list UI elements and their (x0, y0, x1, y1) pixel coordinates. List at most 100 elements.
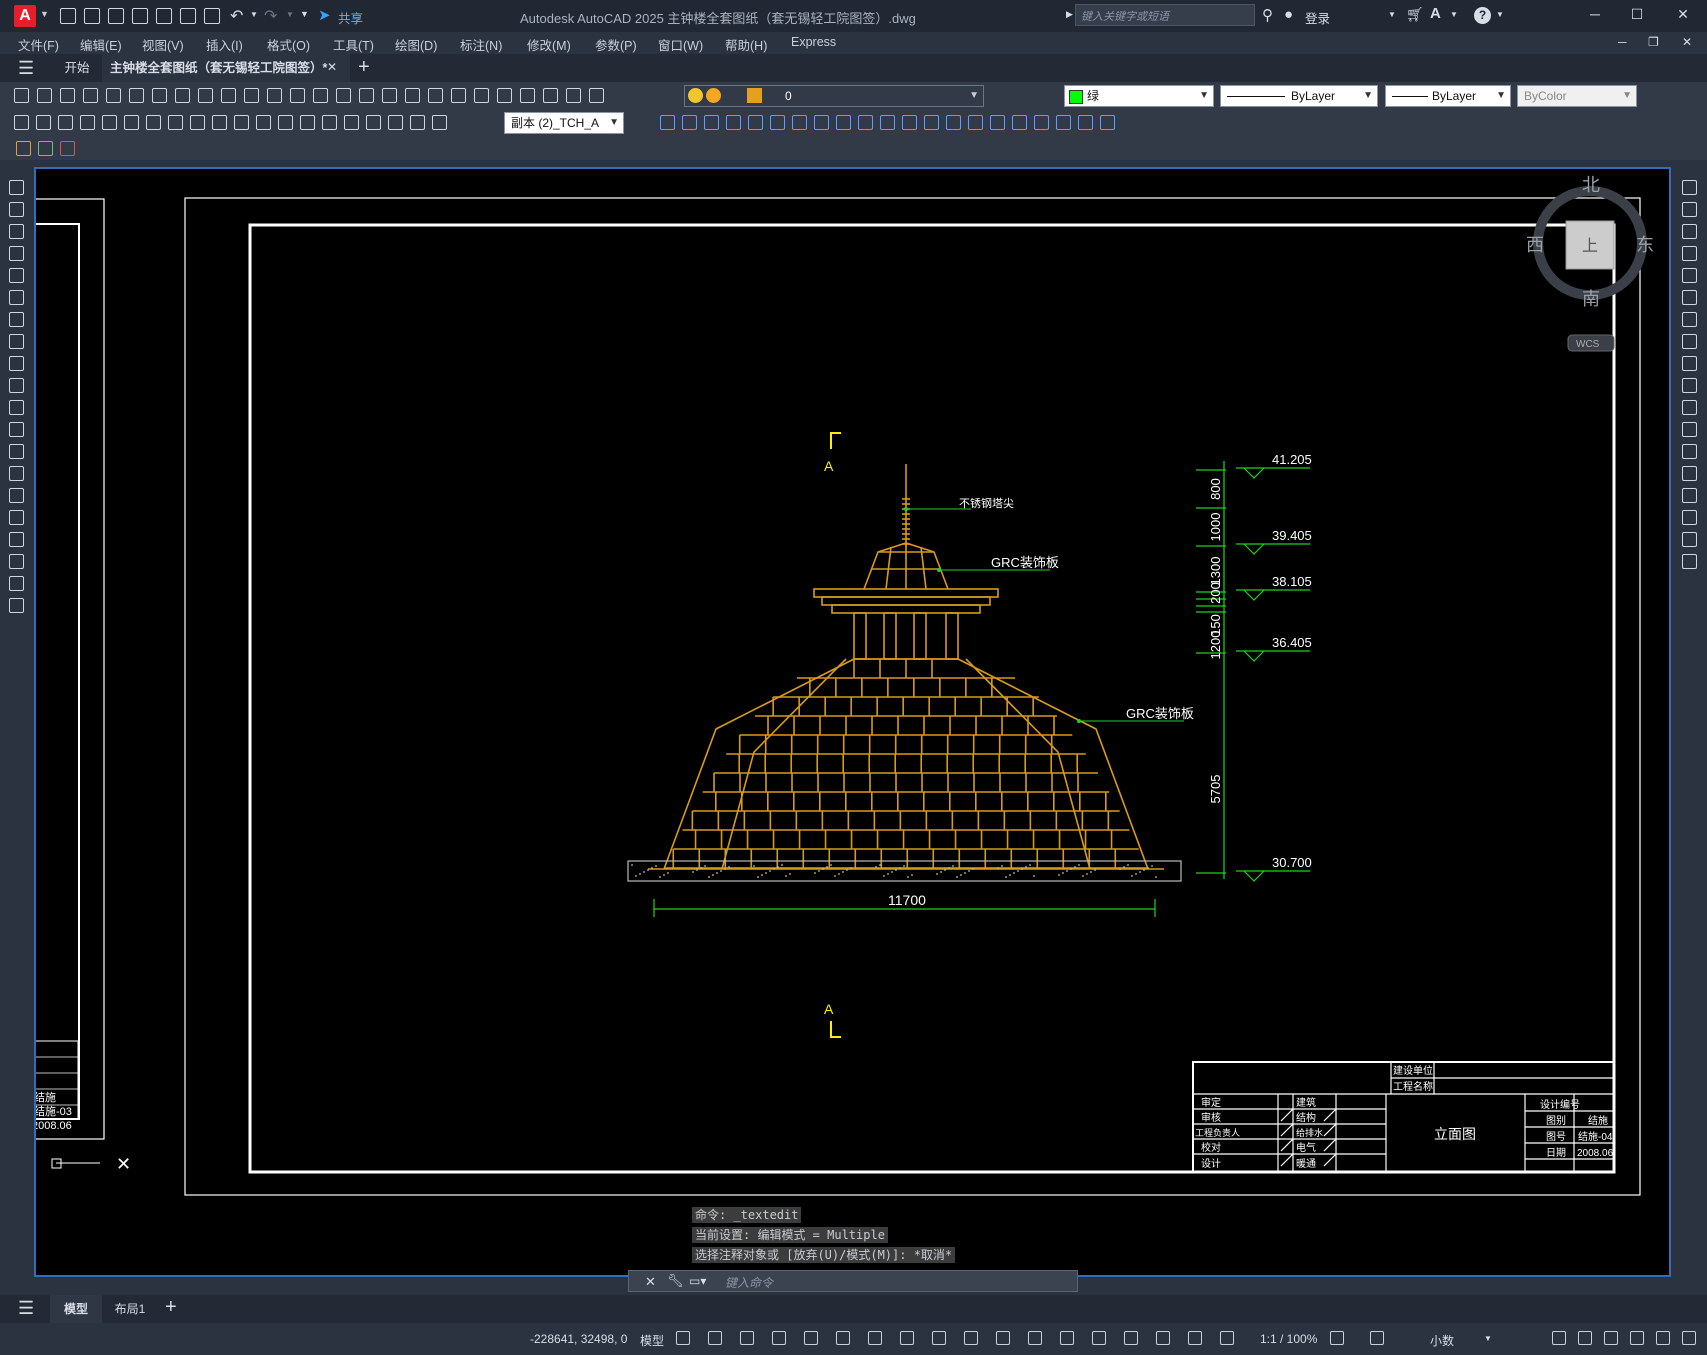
zoom-realtime-icon[interactable] (336, 88, 351, 103)
join-icon[interactable] (1682, 466, 1697, 481)
arc-icon[interactable] (9, 290, 24, 305)
menu-insert[interactable]: 插入(I) (206, 35, 243, 54)
orbit-icon[interactable] (990, 115, 1005, 130)
command-close-icon[interactable]: ✕ (645, 1274, 656, 1290)
dim-space-icon[interactable] (256, 115, 271, 130)
spline-icon[interactable] (9, 356, 24, 371)
graphics-performance-icon[interactable] (1656, 1331, 1670, 1345)
interfere-icon[interactable] (924, 115, 939, 130)
close-icon[interactable]: ✕ (1668, 6, 1698, 26)
menu-express[interactable]: Express (791, 35, 836, 49)
layer-properties-icon[interactable] (566, 88, 581, 103)
menu-edit[interactable]: 编辑(E) (80, 35, 122, 54)
isodraft-icon[interactable] (868, 1331, 882, 1345)
send-back-icon[interactable] (60, 141, 75, 156)
cut-icon[interactable] (152, 88, 167, 103)
help-icon[interactable]: ? (1474, 7, 1491, 24)
layer-state-icon[interactable] (589, 88, 604, 103)
menu-dimension[interactable]: 标注(N) (460, 35, 502, 54)
tab-close-icon[interactable]: ✕ (327, 60, 337, 74)
region-icon[interactable] (9, 532, 24, 547)
command-input[interactable]: 键入命令 (725, 1274, 773, 1291)
mirror-icon[interactable] (1682, 224, 1697, 239)
minimize-icon[interactable]: ─ (1580, 6, 1610, 26)
chamfer-icon[interactable] (1682, 488, 1697, 503)
menu-tools[interactable]: 工具(T) (333, 35, 374, 54)
erase-icon[interactable] (1682, 180, 1697, 195)
layer-dropdown[interactable]: 0 ▼ (684, 85, 984, 107)
new-icon[interactable] (60, 8, 76, 24)
doc-restore-icon[interactable]: ❐ (1648, 35, 1659, 49)
search-expand-icon[interactable]: ▶ (1066, 9, 1073, 20)
dim-break-icon[interactable] (278, 115, 293, 130)
copy-icon[interactable] (175, 88, 190, 103)
dim-angular-icon[interactable] (168, 115, 183, 130)
save-as-icon[interactable] (132, 8, 148, 24)
drawing-svg[interactable]: 结施 结施-03 2008.06 ✕ (36, 169, 1669, 1275)
dim-baseline-icon[interactable] (212, 115, 227, 130)
subtract-icon[interactable] (792, 115, 807, 130)
calculator-icon[interactable] (520, 88, 535, 103)
menu-window[interactable]: 窗口(W) (658, 35, 703, 54)
break-icon[interactable] (1682, 444, 1697, 459)
plot-icon[interactable] (83, 88, 98, 103)
camera-icon[interactable] (1056, 115, 1071, 130)
copy-object-icon[interactable] (1682, 202, 1697, 217)
preview-icon[interactable] (106, 88, 121, 103)
undo-icon[interactable] (267, 88, 282, 103)
break-at-point-icon[interactable] (1682, 422, 1697, 437)
object-snap-tracking-icon[interactable] (900, 1331, 914, 1345)
open-icon[interactable] (37, 88, 52, 103)
draworder-icon[interactable] (16, 141, 31, 156)
ellipse-icon[interactable] (9, 378, 24, 393)
menu-help[interactable]: 帮助(H) (725, 35, 767, 54)
make-block-icon[interactable] (9, 444, 24, 459)
blend-icon[interactable] (1682, 532, 1697, 547)
solid-box-icon[interactable] (660, 115, 675, 130)
dim-text-edit-icon[interactable] (410, 115, 425, 130)
annotation-scale[interactable]: 1:1 / 100% (1260, 1332, 1317, 1346)
redo-icon[interactable]: ↷ (264, 6, 277, 26)
gradient-icon[interactable] (9, 510, 24, 525)
tab-layout1[interactable]: 布局1 (104, 1295, 156, 1323)
sheet-set-icon[interactable] (474, 88, 489, 103)
tool-palettes-icon[interactable] (451, 88, 466, 103)
dim-ordinate-icon[interactable] (80, 115, 95, 130)
add-layout-button[interactable]: + (165, 1296, 177, 1319)
workspace-switch-icon[interactable] (1330, 1331, 1344, 1345)
properties-icon[interactable] (405, 88, 420, 103)
stretch-icon[interactable] (1682, 356, 1697, 371)
tab-drawing-file[interactable]: 主钟楼全套图纸（套无锡轻工院图签）* (102, 54, 350, 82)
light-icon[interactable] (1078, 115, 1093, 130)
pan-icon[interactable] (313, 88, 328, 103)
dimstyle-dropdown[interactable]: 副本 (2)_TCH_A ▼ (504, 112, 624, 134)
point-icon[interactable] (9, 466, 24, 481)
dim-edit-icon[interactable] (388, 115, 403, 130)
ellipse-arc-icon[interactable] (9, 400, 24, 415)
help-icon[interactable] (543, 88, 558, 103)
isolate-objects-icon[interactable] (1630, 1331, 1644, 1345)
dim-aligned-icon[interactable] (36, 115, 51, 130)
extrude-icon[interactable] (836, 115, 851, 130)
add-selected-icon[interactable] (9, 598, 24, 613)
customize-qat-icon[interactable]: ▼ (300, 9, 309, 19)
dim-arc-icon[interactable] (58, 115, 73, 130)
autocad-logo-icon[interactable]: A (14, 5, 36, 27)
match-properties-icon[interactable] (221, 88, 236, 103)
walk-icon[interactable] (1012, 115, 1027, 130)
union-icon[interactable] (770, 115, 785, 130)
rectangle-icon[interactable] (9, 268, 24, 283)
share-icon[interactable]: ➤ (318, 6, 331, 24)
section-icon[interactable] (880, 115, 895, 130)
cart-icon[interactable]: 🛒︎ (1406, 6, 1424, 23)
selection-filter-icon[interactable] (1124, 1331, 1138, 1345)
linetype-dropdown[interactable]: ByLayer ▼ (1220, 85, 1378, 107)
hatch-icon[interactable] (9, 488, 24, 503)
login-button[interactable]: 登录 (1305, 8, 1330, 27)
center-mark-icon[interactable] (322, 115, 337, 130)
chevron-down-icon[interactable]: ▼ (1484, 1334, 1492, 1343)
block-editor-icon[interactable] (244, 88, 259, 103)
coordinates-readout[interactable]: -228641, 32498, 0 (530, 1332, 627, 1346)
units-selector[interactable]: 小数 (1430, 1332, 1454, 1349)
fly-icon[interactable] (1034, 115, 1049, 130)
